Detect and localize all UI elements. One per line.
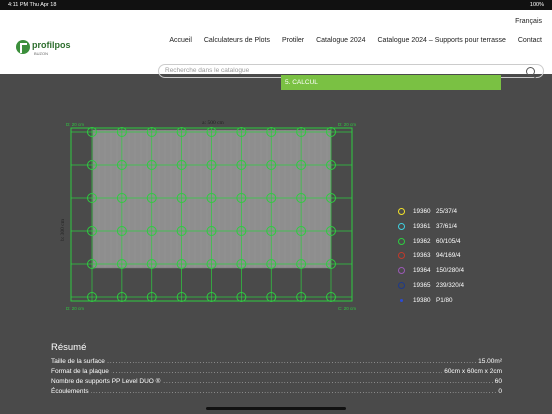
summary-value: 0 [496,387,502,397]
summary-label: Taille de la surface [51,358,107,365]
dot-leader: ........................................… [51,358,502,365]
legend-size: 25/37/4 [436,208,458,215]
legend-dot [398,208,405,215]
legend-code: 19361 [413,222,431,230]
legend-dot [398,281,405,289]
summary-section: Résumé .................................… [51,342,502,397]
legend-code: 19360 [413,208,431,215]
summary-value: 60 [492,377,502,387]
summary-row: ........................................… [51,367,502,377]
legend-size: P1/80 [436,296,453,304]
legend-size: 150/280/4 [436,267,465,275]
corner-label-tr: D: 20 cm [338,122,356,127]
home-indicator [206,407,346,410]
summary-row: ........................................… [51,357,502,367]
legend-dot [398,237,405,245]
legend-code: 19365 [413,281,431,289]
plan-width-label: a: 500 cm [202,120,224,126]
summary-value: 60cm x 60cm x 2cm [442,367,502,377]
corner-label-br: C: 20 cm [338,306,356,311]
summary-label: Écoulements [51,388,91,395]
dot-leader: ........................................… [51,388,502,395]
summary-label: Nombre de supports PP Level DUO ® [51,378,163,385]
legend-size: 239/320/4 [436,281,465,289]
surface-area [92,129,332,269]
legend-dot [398,222,405,230]
legend-code: 19380 [413,296,431,304]
legend-size: 60/105/4 [436,237,461,245]
summary-label: Format de la plaque [51,368,111,375]
plan-grid [70,127,353,302]
corner-label-tl: D: 20 cm [66,122,84,127]
corner-label-bl: D: 20 cm [66,306,84,311]
summary-title: Résumé [51,342,87,353]
legend-code: 19364 [413,267,431,275]
legend-size: 37/61/4 [436,222,458,230]
legend-code: 19362 [413,237,431,245]
legend-code: 19363 [413,252,431,260]
legend-size: 94/169/4 [436,252,461,260]
plan-height-label: b: 300 cm [60,218,66,241]
legend-dot [400,298,403,302]
summary-row: ........................................… [51,387,502,397]
summary-value: 15.00m² [476,357,502,367]
summary-row: ........................................… [51,377,502,387]
dot-leader: ........................................… [51,368,502,375]
